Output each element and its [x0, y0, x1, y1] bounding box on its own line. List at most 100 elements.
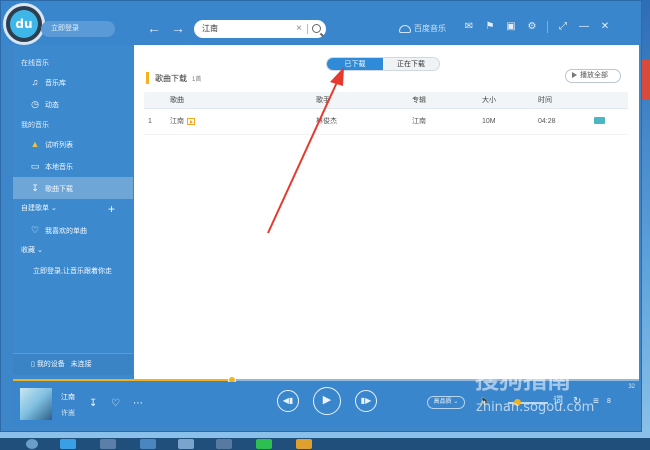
- minimize-icon[interactable]: —: [578, 21, 590, 33]
- download-table: 歌曲 歌手 专辑 大小 时间 1 江南 林俊杰 江南 10M 04:28: [144, 92, 628, 135]
- mini-mode-icon[interactable]: ⤢: [557, 21, 569, 33]
- next-icon: ▮▶: [360, 396, 372, 405]
- clock-icon: ◷: [31, 99, 39, 109]
- my-device-button[interactable]: ▯ 我的设备 未连接: [13, 353, 133, 375]
- col-song[interactable]: 歌曲: [166, 92, 312, 109]
- login-button[interactable]: 立即登录: [41, 21, 115, 37]
- heart-icon: ♡: [30, 225, 40, 235]
- music-note-icon: ♫: [31, 77, 39, 87]
- prev-button[interactable]: ◀▮: [277, 390, 299, 412]
- chevron-down-icon: ⌄: [50, 205, 57, 212]
- taskbar-app-explorer[interactable]: [100, 439, 116, 449]
- start-button[interactable]: [26, 439, 38, 449]
- toolbox-icon[interactable]: ▣: [505, 21, 517, 33]
- sidebar-item-downloads[interactable]: ↧ 歌曲下载: [13, 177, 133, 199]
- taskbar-app-media[interactable]: [216, 439, 232, 449]
- download-icon[interactable]: ↧: [89, 398, 97, 410]
- row-quality: [590, 108, 628, 135]
- col-artist[interactable]: 歌手: [312, 92, 408, 109]
- clear-icon[interactable]: ×: [296, 20, 302, 38]
- app-logo[interactable]: du: [3, 3, 45, 45]
- close-icon[interactable]: ✕: [599, 21, 611, 33]
- collection-login-hint[interactable]: 立即登录,让音乐跟着你走: [13, 261, 133, 283]
- settings-icon[interactable]: ⚙: [526, 21, 538, 33]
- monitor-icon: ▭: [30, 161, 40, 171]
- next-button[interactable]: ▮▶: [355, 390, 377, 412]
- row-index: 1: [144, 108, 166, 135]
- song-count: 1首: [192, 76, 202, 83]
- download-tabs: 已下载 正在下载: [326, 57, 440, 71]
- add-playlist-icon[interactable]: +: [108, 199, 115, 219]
- row-artist[interactable]: 林俊杰: [312, 108, 408, 135]
- tab-downloaded[interactable]: 已下载: [327, 58, 383, 70]
- quality-label: 高品质: [433, 399, 452, 405]
- play-button[interactable]: ▶: [313, 387, 341, 415]
- back-arrow-icon[interactable]: ←: [147, 21, 161, 35]
- col-size[interactable]: 大小: [478, 92, 534, 109]
- watermark-brand: 搜狗指南: [475, 366, 571, 394]
- collection-group-label: 收藏: [21, 247, 35, 254]
- sidebar: 在线音乐 ♫ 音乐库 ◷ 动态 我的音乐 ▲ 试听列表 ▭ 本地音乐 ↧ 歌曲下载 自建歌…: [13, 45, 133, 381]
- col-actions: [590, 92, 628, 109]
- sidebar-item-label: 我喜欢的单曲: [45, 228, 87, 235]
- now-playing-title[interactable]: 江南: [61, 392, 75, 402]
- section-my-music: 我的音乐: [21, 122, 49, 129]
- col-album[interactable]: 专辑: [408, 92, 478, 109]
- chevron-down-icon: ⌄: [36, 247, 43, 254]
- quality-select[interactable]: 高品质 ⌄: [427, 396, 465, 409]
- device-status: 未连接: [70, 361, 92, 368]
- album-cover[interactable]: [20, 388, 52, 420]
- playback-time: 32: [628, 384, 635, 390]
- mail-icon[interactable]: ✉: [463, 21, 475, 33]
- sidebar-item-label: 试听列表: [45, 142, 73, 149]
- taskbar-app-folder[interactable]: [296, 439, 312, 449]
- forward-arrow-icon[interactable]: →: [171, 21, 185, 35]
- hq-badge-icon: [594, 116, 605, 124]
- search-divider: [307, 24, 308, 34]
- logo-mark: du: [10, 10, 38, 38]
- play-all-label: 播放全部: [580, 72, 608, 79]
- heart-icon[interactable]: ♡: [111, 398, 120, 410]
- col-time[interactable]: 时间: [534, 92, 590, 109]
- brand-label: 百度音乐: [414, 24, 446, 33]
- sidebar-item-preview-list[interactable]: ▲ 试听列表: [13, 133, 133, 155]
- taskbar-app-browser[interactable]: [60, 439, 76, 449]
- row-size: 10M: [478, 108, 534, 135]
- progress-fill: [13, 379, 233, 381]
- play-icon: [572, 72, 577, 79]
- sidebar-item-favorites[interactable]: ♡ 我喜欢的单曲: [13, 219, 133, 241]
- playlist-group[interactable]: 自建歌单 ⌄ +: [13, 199, 133, 219]
- sidebar-item-local-music[interactable]: ▭ 本地音乐: [13, 155, 133, 177]
- taskbar-app-mail[interactable]: [178, 439, 194, 449]
- now-playing-artist[interactable]: 许嵩: [61, 408, 75, 418]
- play-all-button[interactable]: 播放全部: [565, 69, 621, 83]
- download-icon: ↧: [31, 183, 39, 193]
- search-input[interactable]: 江南: [202, 24, 218, 33]
- sidebar-item-label: 音乐库: [45, 80, 66, 87]
- song-title[interactable]: 江南: [170, 118, 184, 125]
- toolbar-divider: [547, 21, 548, 33]
- section-online-music: 在线音乐: [21, 60, 49, 67]
- row-album[interactable]: 江南: [408, 108, 478, 135]
- watermark-url: zhinan.sogou.com: [476, 400, 595, 415]
- sidebar-item-music-library[interactable]: ♫ 音乐库: [13, 71, 133, 93]
- row-time: 04:28: [534, 108, 590, 135]
- mv-icon[interactable]: [187, 117, 195, 125]
- search-icon[interactable]: [312, 24, 321, 33]
- cloud-icon: [399, 24, 411, 33]
- table-row[interactable]: 1 江南 林俊杰 江南 10M 04:28: [144, 108, 628, 135]
- taskbar-app-store[interactable]: [140, 439, 156, 449]
- sidebar-item-label: 歌曲下载: [45, 186, 73, 193]
- search-box[interactable]: 江南 ×: [194, 20, 326, 38]
- sidebar-item-activity[interactable]: ◷ 动态: [13, 93, 133, 115]
- collection-group[interactable]: 收藏 ⌄: [13, 241, 133, 261]
- sidebar-item-label: 本地音乐: [45, 164, 73, 171]
- os-taskbar: [0, 438, 650, 450]
- title-accent: [146, 72, 149, 84]
- tab-downloading[interactable]: 正在下载: [383, 58, 439, 70]
- taskbar-app-chat[interactable]: [256, 439, 272, 449]
- more-icon[interactable]: ⋯: [133, 398, 143, 410]
- row-song[interactable]: 江南: [166, 108, 312, 135]
- skin-icon[interactable]: ⚑: [484, 21, 496, 33]
- brand-link[interactable]: 百度音乐: [399, 23, 446, 34]
